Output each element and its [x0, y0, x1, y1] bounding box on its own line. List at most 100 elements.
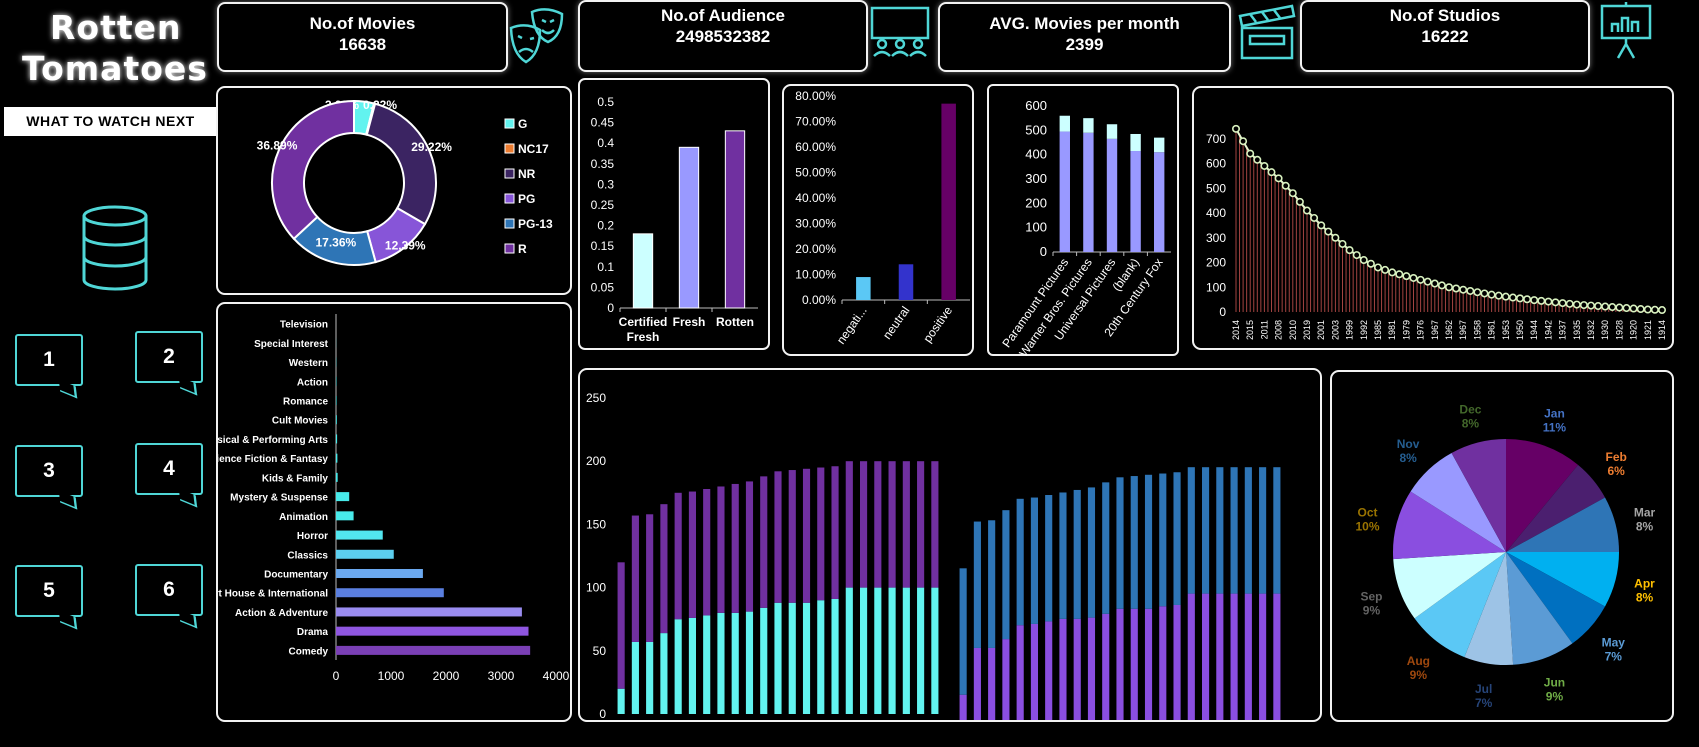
y-tick-label: 250 [586, 391, 606, 405]
bar [1087, 487, 1096, 618]
bar [336, 492, 350, 502]
nav-button-5[interactable]: 5 [15, 565, 83, 617]
nav-button-1[interactable]: 1 [15, 334, 83, 386]
data-point [1650, 305, 1659, 314]
theater-masks-icon [509, 8, 564, 64]
y-tick-label: 0.25 [591, 198, 615, 212]
x-tick-label: Fresh [673, 315, 706, 329]
x-tick-label: 1985 [1373, 320, 1383, 340]
pie-category-label: Apr [1634, 577, 1655, 591]
bar [1187, 467, 1195, 594]
data-point [1331, 233, 1340, 242]
data-point [1374, 263, 1383, 272]
y-tick-label: Special Interest [254, 339, 329, 350]
y-tick-label: Action [297, 377, 328, 388]
x-tick-label: 2001 [1316, 320, 1326, 340]
y-tick-label: 80.00% [795, 89, 836, 103]
y-tick-label: Television [280, 320, 328, 331]
bar [724, 130, 746, 309]
nav-button-4[interactable]: 4 [135, 443, 203, 495]
bar [941, 103, 956, 301]
presentation-icon [1600, 2, 1652, 59]
data-point [1317, 221, 1326, 230]
x-tick-label: 2011 [1259, 320, 1269, 339]
data-point [1381, 265, 1390, 274]
x-tick-label: 1930 [1600, 320, 1610, 340]
donut-data-label: 12.39% [385, 239, 426, 253]
y-tick-label: 200 [1206, 256, 1226, 270]
bar [336, 415, 337, 425]
y-tick-label: 600 [1206, 157, 1226, 171]
bar [336, 626, 529, 636]
nav-button-2[interactable]: 2 [135, 331, 203, 383]
brand-line2: Tomatoes [22, 49, 208, 88]
y-tick-label: 0 [1040, 244, 1047, 259]
legend-label: PG [518, 192, 535, 206]
legend-swatch [504, 118, 515, 129]
y-tick-label: 300 [1025, 171, 1047, 186]
studios-panel: 0 100 200 300 400 500 600 Paramount Pictures War… [987, 84, 1179, 356]
data-point [1260, 161, 1269, 170]
bar [774, 602, 782, 714]
nav-button-3[interactable]: 3 [15, 445, 83, 497]
x-tick-label: 1932 [1586, 320, 1596, 340]
x-tick-label: 0 [333, 669, 340, 683]
y-tick-label: Animation [279, 512, 328, 523]
data-point [1537, 296, 1546, 305]
x-tick-label: 2014 [1231, 320, 1241, 340]
rating-donut-chart: 3.92%0.22%29.22%12.39%17.36%36.89%GNC17N… [257, 98, 553, 266]
bar [874, 587, 882, 714]
data-point [1345, 246, 1354, 255]
nav-button-6[interactable]: 6 [135, 564, 203, 616]
bar [336, 607, 522, 617]
x-tick-label: 1928 [1614, 320, 1624, 340]
x-tick-label: 1914 [1657, 320, 1667, 340]
monthly-bars-chart-2: 050100150200250 [959, 467, 1281, 720]
kpi-value: 2498532382 [675, 27, 771, 46]
y-tick-label: 0.5 [597, 95, 614, 109]
bar [988, 520, 996, 648]
bar [888, 461, 896, 588]
pie-value-label: 9% [1410, 668, 1428, 682]
studios-chart: 0100200300400500600Paramount PicturesWar… [999, 98, 1171, 356]
pie-value-label: 9% [1363, 603, 1381, 617]
x-tick-label: 1937 [1558, 320, 1568, 340]
tagline: WHAT TO WATCH NEXT [4, 107, 217, 136]
y-tick-label: 100 [1206, 280, 1226, 294]
bar [1083, 118, 1094, 133]
monthly-bars-chart-1: 0 50 100 150 200 250 [586, 391, 939, 720]
kpi-studios: No.of Studios 16222 [1300, 0, 1590, 72]
bar [703, 615, 711, 714]
y-tick-label: Cult Movies [272, 416, 329, 427]
donut-data-label: 36.89% [257, 138, 298, 152]
legend-label: PG-13 [518, 217, 553, 231]
sentiment-chart: 0.00% 10.00% 20.00% 30.00% 40.00% 50.00% 60.00… [795, 89, 970, 347]
bar [902, 587, 910, 714]
x-tick-label: Fresh [627, 330, 660, 344]
bar [1273, 467, 1281, 594]
bar [888, 587, 896, 714]
bar [617, 562, 625, 689]
y-tick-label: 40.00% [795, 191, 836, 205]
data-point [1508, 293, 1517, 302]
data-point [1494, 291, 1503, 300]
bar [688, 491, 696, 618]
x-tick-label: 2010 [1288, 320, 1298, 340]
y-tick-label: 0.1 [597, 260, 614, 274]
kpi-value: 16222 [1421, 27, 1469, 46]
x-tick-label: 1992 [1359, 320, 1369, 340]
bar [874, 461, 882, 588]
bar [1106, 138, 1118, 252]
bar [788, 602, 796, 714]
legend-label: NC17 [518, 142, 549, 156]
legend-swatch [504, 193, 515, 204]
bar [1202, 593, 1210, 720]
bar [1087, 617, 1096, 720]
data-point [1466, 286, 1475, 295]
bar [760, 607, 768, 714]
bar [774, 471, 782, 603]
data-point [1395, 270, 1404, 279]
bar [845, 461, 853, 588]
bar [760, 476, 768, 608]
kpi-value: 16638 [338, 35, 387, 54]
